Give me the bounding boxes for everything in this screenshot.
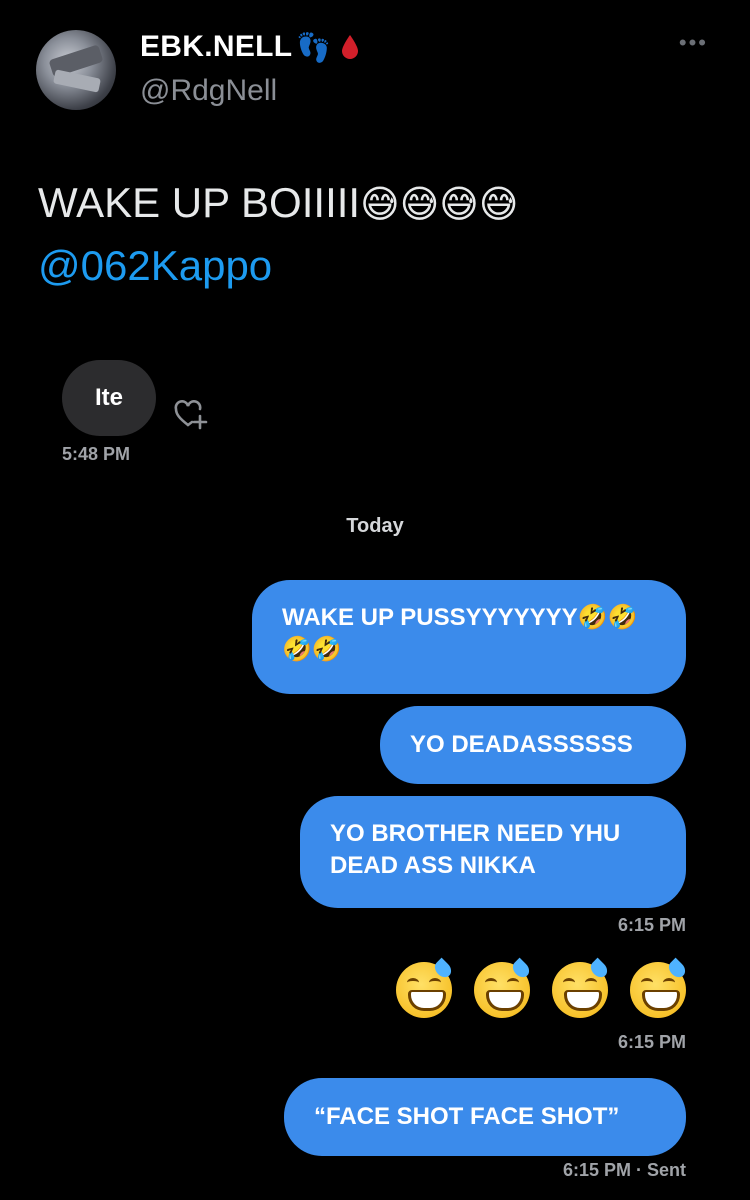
- tweet-text-main: WAKE UP BOIIIII: [38, 179, 361, 226]
- incoming-message[interactable]: Ite: [62, 360, 156, 436]
- tweet-text: WAKE UP BOIIIII😅😅😅😅 @062Kappo: [38, 172, 718, 297]
- outgoing-message-text: YO BROTHER NEED YHU DEAD ASS NIKKA: [330, 820, 621, 879]
- mention-link[interactable]: @062Kappo: [38, 235, 718, 297]
- outgoing-message-text: YO DEADASSSSSS: [410, 731, 633, 758]
- display-name[interactable]: EBK.NELL: [140, 30, 292, 64]
- outgoing-message[interactable]: YO BROTHER NEED YHU DEAD ASS NIKKA: [300, 796, 686, 908]
- display-name-row[interactable]: EBK.NELL 👣: [140, 30, 359, 64]
- heart-plus-icon[interactable]: [174, 400, 208, 430]
- message-timestamp: 6:15 PM: [617, 1032, 686, 1052]
- sent-status: 6:15 PM · Sent: [562, 1160, 686, 1180]
- tweet-emojis: 😅😅😅😅: [360, 182, 519, 226]
- outgoing-message[interactable]: WAKE UP PUSSYYYYYYY🤣🤣🤣🤣: [252, 580, 686, 694]
- emoji-message[interactable]: [396, 957, 689, 1018]
- blood-drop-icon: [342, 35, 359, 59]
- message-timestamp: 6:15 PM: [617, 915, 686, 935]
- tweet-screen: EBK.NELL 👣 @RdgNell ••• WAKE UP BOIIIII😅…: [0, 0, 750, 1200]
- footprints-icon: 👣: [296, 30, 332, 64]
- user-handle[interactable]: @RdgNell: [140, 74, 277, 108]
- day-divider: Today: [346, 515, 404, 537]
- sweat-smile-emoji-icon: [630, 957, 689, 1018]
- sweat-smile-emoji-icon: [396, 957, 455, 1018]
- avatar[interactable]: [36, 30, 116, 110]
- outgoing-message[interactable]: YO DEADASSSSSS: [380, 706, 686, 784]
- sweat-smile-emoji-icon: [474, 957, 533, 1018]
- more-dots-icon[interactable]: •••: [679, 30, 708, 56]
- outgoing-message-text: WAKE UP PUSSYYYYYYY🤣🤣🤣🤣: [282, 604, 638, 663]
- incoming-timestamp: 5:48 PM: [62, 444, 131, 464]
- outgoing-message[interactable]: “FACE SHOT FACE SHOT”: [284, 1078, 686, 1156]
- incoming-message-text: Ite: [94, 384, 123, 411]
- sweat-smile-emoji-icon: [552, 957, 611, 1018]
- outgoing-message-text: “FACE SHOT FACE SHOT”: [314, 1103, 620, 1130]
